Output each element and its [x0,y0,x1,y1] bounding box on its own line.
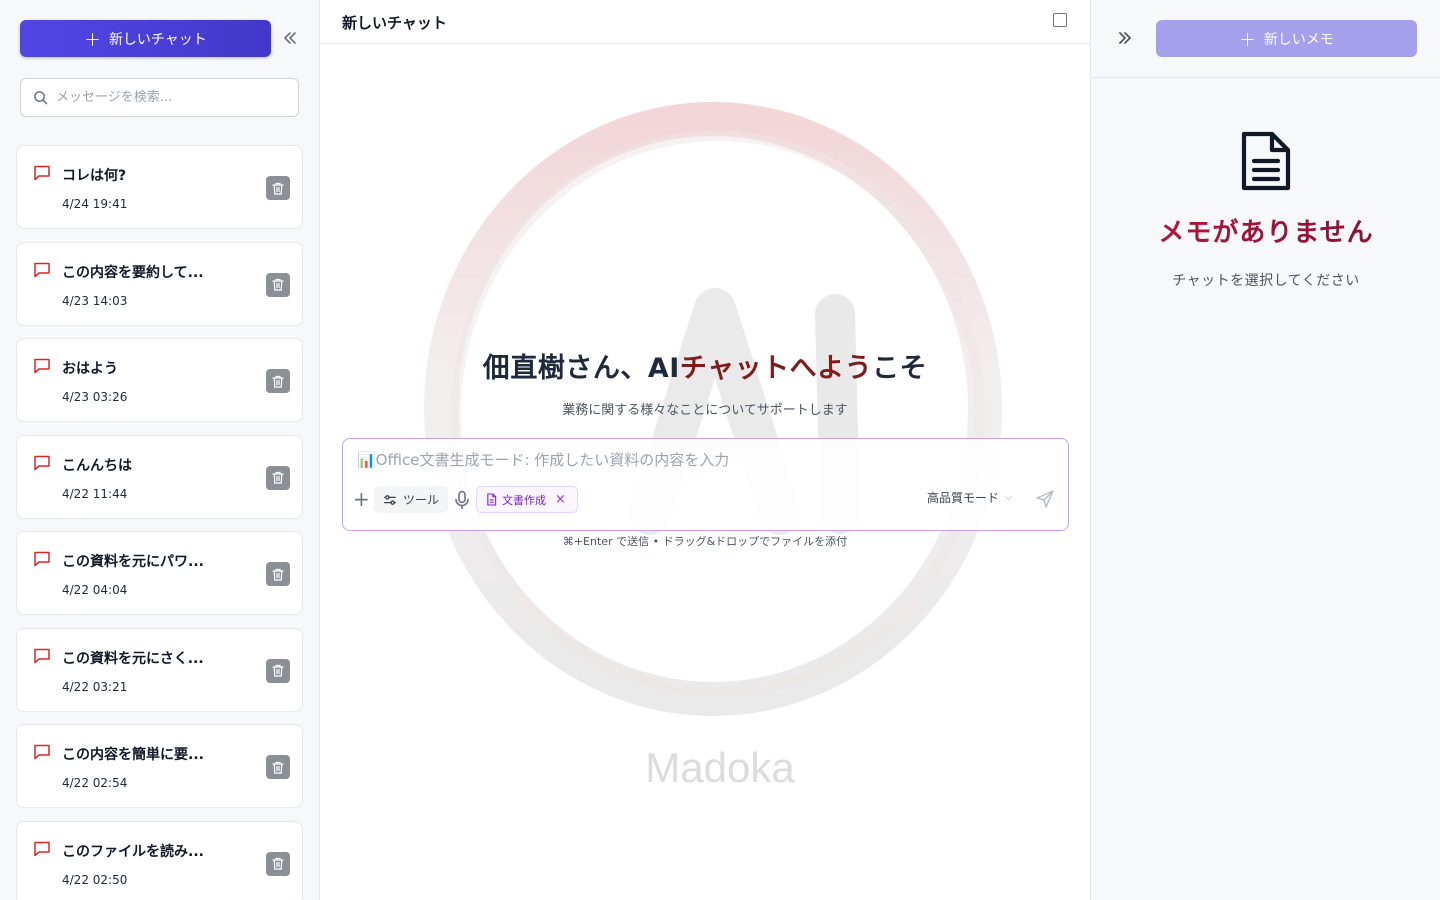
chat-history-list: コレは何? 4/24 19:41 この内容を要約して... 4/23 14:03 おはよ… [16,145,303,900]
trash-icon [272,568,284,581]
memo-panel: + 新しいメモ メモがありません チャットを選択してください [1090,0,1440,900]
delete-chat-button[interactable] [266,465,290,490]
chat-list-item[interactable]: この資料を元にさく... 4/22 03:21 [16,627,303,712]
expand-memo-icon[interactable] [1115,28,1135,48]
message-square-icon [34,551,50,567]
delete-chat-button[interactable] [266,272,290,297]
chat-date: 4/22 04:04 [62,583,128,597]
search-icon [34,91,48,105]
composer-hint: ⌘+Enter で送信 • ドラッグ&ドロップでファイルを添付 [562,535,848,548]
chat-list-item[interactable]: こんんちは 4/22 11:44 [16,434,303,519]
chat-date: 4/23 14:03 [62,293,128,308]
chat-title: この内容を簡単に要... [62,747,204,763]
empty-memo-title: メモがありません [1091,212,1440,249]
trash-icon [272,471,284,484]
chat-list-item[interactable]: この資料を元にパワ... 4/22 04:04 [16,531,303,615]
message-search[interactable] [20,78,299,117]
quality-mode-label: 高品質モード [927,491,1000,505]
attach-plus-icon[interactable]: + [353,489,370,509]
file-text-icon [487,493,497,506]
trash-icon [272,182,284,195]
message-square-icon [34,165,50,181]
delete-chat-button[interactable] [266,658,290,683]
quality-mode-select[interactable]: 高品質モード ⌵ [927,489,1013,506]
message-square-icon [34,841,50,856]
chat-title: おはよう [62,361,118,377]
document-mode-label: 文書作成 [502,493,546,507]
chat-title: コレは何? [62,168,127,184]
chat-title: このファイルを読み... [62,843,204,860]
chat-date: 4/24 19:41 [62,197,128,211]
chat-date: 4/22 02:54 [62,776,128,790]
message-square-icon [34,648,50,663]
delete-chat-button[interactable] [266,176,290,200]
send-icon[interactable] [1035,489,1055,509]
message-square-icon [34,455,50,470]
message-composer: + ツール 文書作成 × 高品質モード ⌵ [342,438,1069,531]
delete-chat-button[interactable] [266,562,290,586]
microphone-icon[interactable] [453,490,471,510]
chat-list-item[interactable]: このファイルを読み... 4/22 02:50 [16,820,303,900]
chat-list-item[interactable]: この内容を要約して... 4/23 14:03 [16,241,303,326]
chat-date: 4/22 11:44 [62,486,128,501]
plus-icon: + [84,26,101,51]
trash-icon [272,375,284,388]
chat-main: 新しいチャット Madoka 佃直樹さん、AIチャットへようこそ 業務に関する様… [320,0,1090,900]
chat-sidebar: + 新しいチャット コレは何? 4/24 19:41 この内容を要約して... 4/2… [0,0,320,900]
chevron-down-icon: ⌵ [1005,492,1013,503]
new-memo-label: 新しいメモ [1263,31,1334,48]
message-input[interactable] [357,449,1047,475]
message-square-icon [34,744,50,760]
chat-list-item[interactable]: コレは何? 4/24 19:41 [16,145,303,229]
chat-title: この資料を元にさく... [62,650,204,667]
trash-icon [272,761,284,774]
chat-title: この内容を要約して... [62,264,204,281]
document-icon [1241,131,1291,191]
delete-chat-button[interactable] [266,369,290,393]
sliders-icon [384,494,396,505]
memo-header: + 新しいメモ [1091,0,1440,78]
welcome-heading: 佃直樹さん、AIチャットへようこそ [320,346,1090,385]
new-chat-label: 新しいチャット [108,31,207,48]
expand-square-icon[interactable] [1053,13,1067,27]
trash-icon [272,278,284,291]
welcome-part-c: こそ [872,353,928,384]
chat-title: この資料を元にパワ... [62,554,204,570]
chat-date: 4/22 02:50 [62,872,128,887]
chat-date: 4/22 03:21 [62,679,128,694]
chat-list-item[interactable]: おはよう 4/23 03:26 [16,338,303,422]
message-square-icon [34,262,50,277]
welcome-subtitle: 業務に関する様々なことについてサポートします [562,403,848,418]
page-title: 新しいチャット [342,14,447,32]
new-chat-button[interactable]: + 新しいチャット [20,20,271,57]
chat-title: こんんちは [62,457,132,474]
message-square-icon [34,358,50,374]
delete-chat-button[interactable] [266,755,290,779]
chat-list-item[interactable]: この内容を簡単に要... 4/22 02:54 [16,724,303,808]
trash-icon [272,664,284,677]
chat-header: 新しいチャット [320,0,1090,44]
delete-chat-button[interactable] [266,851,290,876]
remove-chip-icon[interactable]: × [555,492,566,507]
plus-icon: + [1239,26,1256,51]
empty-memo-subtitle: チャットを選択してください [1172,273,1360,289]
search-input[interactable] [56,90,276,105]
document-mode-chip: 文書作成 × [476,486,578,513]
new-memo-button[interactable]: + 新しいメモ [1156,20,1417,57]
tools-button[interactable]: ツール [374,486,448,513]
tools-label: ツール [402,493,439,507]
chat-date: 4/23 03:26 [62,390,128,404]
welcome-part-b: チャットへよう [679,353,873,384]
watermark-text: Madoka [645,744,795,791]
collapse-sidebar-icon[interactable] [280,28,300,48]
welcome-part-a: 佃直樹さん、AI [482,353,680,384]
trash-icon [272,857,284,870]
